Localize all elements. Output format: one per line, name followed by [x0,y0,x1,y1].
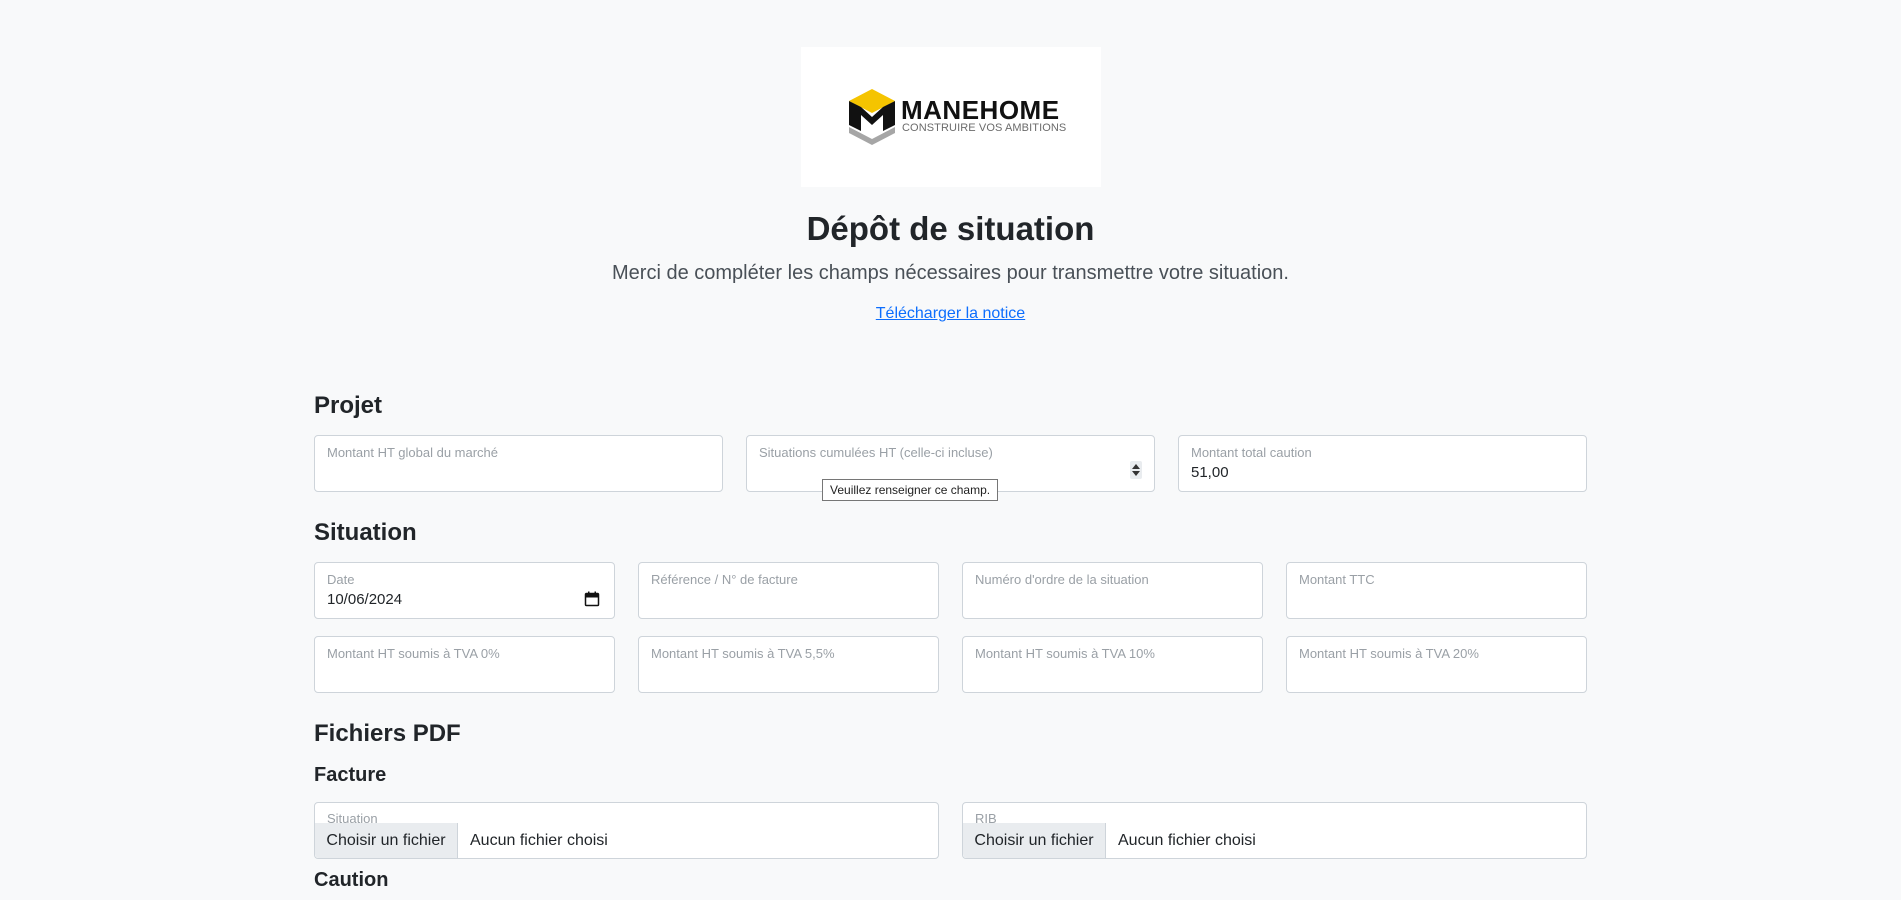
field-value: 10/06/2024 [327,591,403,608]
situation-file-input[interactable]: Situation Choisir un fichier Aucun fichi… [314,802,939,859]
field-label: RIB [975,811,997,826]
reference-facture-field[interactable]: Référence / N° de facture [638,562,939,619]
date-field[interactable]: Date 10/06/2024 [314,562,615,619]
section-projet-heading: Projet [314,392,383,419]
montant-total-caution-field[interactable]: Montant total caution 51,00 [1178,435,1587,492]
manehome-logo-icon [849,89,895,145]
field-value: 51,00 [1191,464,1229,481]
field-label: Situations cumulées HT (celle-ci incluse… [759,445,993,460]
section-fichiers-heading: Fichiers PDF [314,720,461,747]
choose-rib-file-button[interactable]: Choisir un fichier [963,823,1106,858]
field-label: Montant TTC [1299,572,1375,587]
brand-tagline: CONSTRUIRE VOS AMBITIONS [902,122,1067,134]
validation-tooltip: Veuillez renseigner ce champ. [822,479,999,501]
montant-tva-10-field[interactable]: Montant HT soumis à TVA 10% [962,636,1263,693]
montant-tva-0-field[interactable]: Montant HT soumis à TVA 0% [314,636,615,693]
facture-heading: Facture [314,764,387,786]
field-label: Référence / N° de facture [651,572,798,587]
section-situation-heading: Situation [314,519,417,546]
rib-file-input[interactable]: RIB Choisir un fichier Aucun fichier cho… [962,802,1587,859]
field-label: Montant HT soumis à TVA 5,5% [651,646,835,661]
field-label: Montant HT soumis à TVA 10% [975,646,1155,661]
page-title: Dépôt de situation [806,210,1095,247]
field-label: Date [327,572,355,587]
logo: MANEHOME CONSTRUIRE VOS AMBITIONS [801,47,1101,187]
download-notice-link[interactable]: Télécharger la notice [876,305,1025,322]
spinner-arrows-icon[interactable] [1130,461,1142,479]
choose-situation-file-button[interactable]: Choisir un fichier [315,823,458,858]
montant-tva-5-5-field[interactable]: Montant HT soumis à TVA 5,5% [638,636,939,693]
field-label: Montant HT soumis à TVA 0% [327,646,500,661]
file-status: Aucun fichier choisi [1118,832,1256,849]
numero-ordre-field[interactable]: Numéro d'ordre de la situation [962,562,1263,619]
page-subtitle: Merci de compléter les champs nécessaire… [612,262,1289,284]
calendar-icon[interactable] [584,591,600,607]
field-label: Numéro d'ordre de la situation [975,572,1149,587]
file-status: Aucun fichier choisi [470,832,608,849]
montant-tva-20-field[interactable]: Montant HT soumis à TVA 20% [1286,636,1587,693]
field-label: Montant HT soumis à TVA 20% [1299,646,1479,661]
field-label: Situation [327,811,378,826]
montant-ht-global-field[interactable]: Montant HT global du marché [314,435,723,492]
field-label: Montant total caution [1191,445,1312,460]
field-label: Montant HT global du marché [327,445,499,460]
montant-ttc-field[interactable]: Montant TTC [1286,562,1587,619]
caution-heading: Caution [314,869,389,891]
